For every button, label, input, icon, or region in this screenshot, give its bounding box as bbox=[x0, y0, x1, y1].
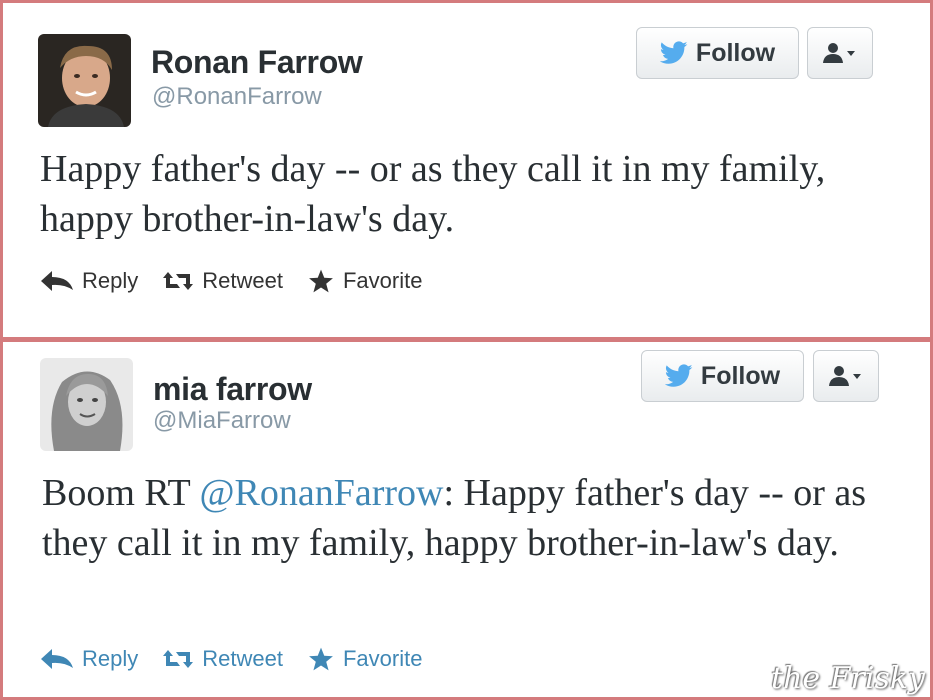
favorite-label: Favorite bbox=[342, 268, 423, 293]
tweet-text: Boom RT @RonanFarrow: Happy father's day… bbox=[42, 468, 902, 568]
tweet-actions: Reply Retweet Favorite bbox=[40, 268, 446, 294]
tweet-text: Happy father's day -- or as they call it… bbox=[40, 148, 826, 240]
reply-label: Reply bbox=[82, 646, 139, 671]
retweet-label: Retweet bbox=[202, 646, 283, 671]
favorite-label: Favorite bbox=[342, 646, 423, 671]
retweet-icon bbox=[163, 272, 194, 290]
retweet-label: Retweet bbox=[202, 268, 283, 293]
avatar[interactable] bbox=[40, 358, 133, 451]
reply-action[interactable]: Reply bbox=[40, 646, 138, 672]
favorite-action[interactable]: Favorite bbox=[307, 646, 422, 672]
user-icon bbox=[823, 43, 855, 63]
user-actions-dropdown[interactable] bbox=[807, 27, 873, 79]
tweet-ronan: Ronan Farrow @RonanFarrow Follow Happy f… bbox=[0, 0, 933, 340]
user-actions-dropdown[interactable] bbox=[813, 350, 879, 402]
twitter-bird-icon bbox=[659, 41, 688, 65]
reply-label: Reply bbox=[82, 268, 139, 293]
watermark-logo: the Frisky bbox=[771, 661, 925, 696]
avatar[interactable] bbox=[38, 34, 131, 127]
retweet-icon bbox=[163, 650, 194, 668]
follow-button[interactable]: Follow bbox=[641, 350, 804, 402]
user-fullname[interactable]: Ronan Farrow bbox=[151, 44, 363, 81]
tweet-mia: mia farrow @MiaFarrow Follow Boom RT @Ro… bbox=[0, 338, 933, 700]
mention-link[interactable]: @RonanFarrow bbox=[200, 472, 444, 514]
user-handle[interactable]: @MiaFarrow bbox=[153, 407, 291, 435]
reply-icon bbox=[41, 649, 73, 669]
user-fullname[interactable]: mia farrow bbox=[153, 371, 312, 408]
follow-button[interactable]: Follow bbox=[636, 27, 799, 79]
reply-action[interactable]: Reply bbox=[40, 268, 138, 294]
retweet-action[interactable]: Retweet bbox=[162, 646, 283, 672]
favorite-icon bbox=[309, 647, 333, 671]
tweet-actions: Reply Retweet Favorite bbox=[40, 646, 446, 672]
favorite-icon bbox=[309, 269, 333, 293]
tweet-text-prefix: Boom RT bbox=[42, 472, 200, 514]
twitter-bird-icon bbox=[664, 364, 693, 388]
user-handle[interactable]: @RonanFarrow bbox=[152, 83, 322, 111]
favorite-action[interactable]: Favorite bbox=[307, 268, 422, 294]
reply-icon bbox=[41, 271, 73, 291]
follow-label: Follow bbox=[695, 38, 776, 67]
retweet-action[interactable]: Retweet bbox=[162, 268, 283, 294]
follow-label: Follow bbox=[700, 361, 781, 390]
user-icon bbox=[829, 366, 861, 386]
